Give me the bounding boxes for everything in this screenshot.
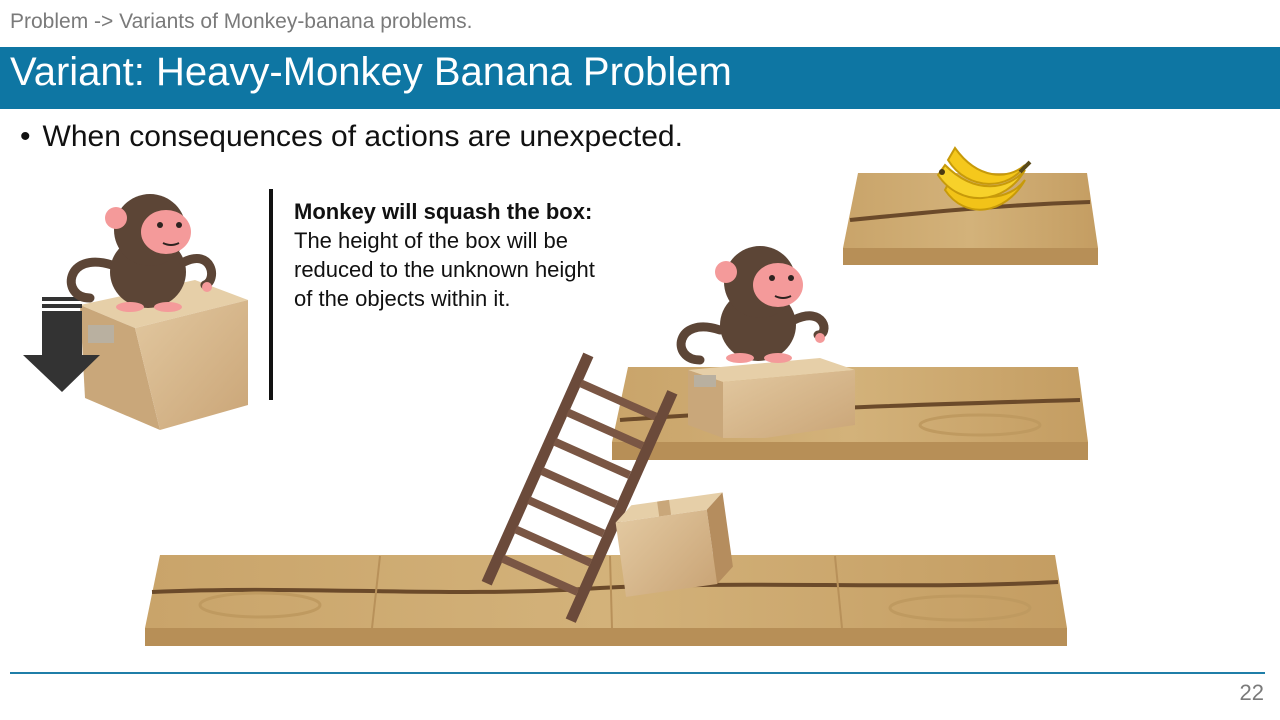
box-icon [615, 492, 733, 597]
ground-platform [145, 555, 1067, 646]
monkey-icon [676, 246, 829, 365]
page-number: 22 [1239, 680, 1264, 705]
scene-illustration [23, 146, 1098, 646]
box-icon [688, 358, 855, 438]
footer-divider [10, 672, 1265, 674]
